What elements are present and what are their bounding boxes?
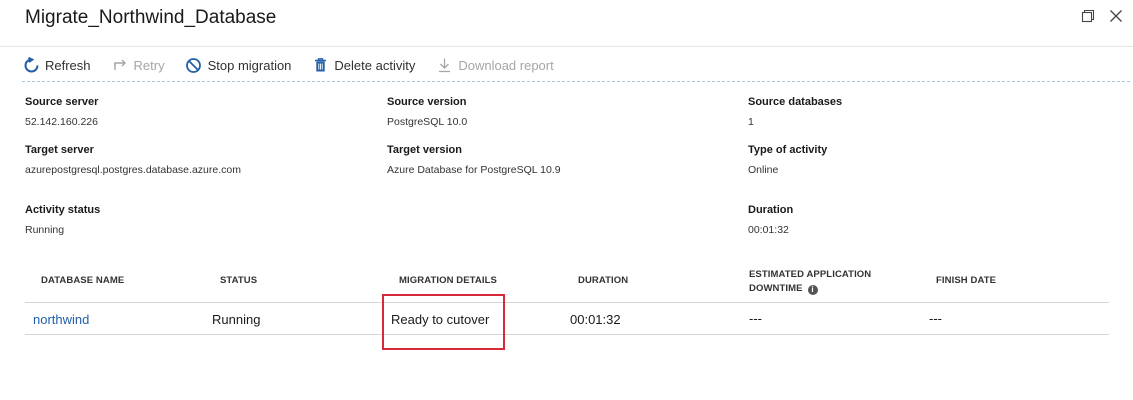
source-version-label: Source version [387,96,467,108]
title-divider [0,46,1133,47]
retry-icon [111,56,129,74]
table-row-divider [25,334,1109,335]
target-server-value: azurepostgresql.postgres.database.azure.… [25,164,241,176]
source-version-field: Source version PostgreSQL 10.0 [387,96,467,128]
target-server-field: Target server azurepostgresql.postgres.d… [25,144,241,176]
stop-migration-button[interactable]: Stop migration [185,52,292,78]
type-of-activity-label: Type of activity [748,144,828,156]
download-report-button[interactable]: Download report [435,52,554,78]
target-version-label: Target version [387,144,462,156]
maximize-icon[interactable] [1081,9,1099,27]
delete-activity-button[interactable]: Delete activity [311,52,415,78]
row-estimated-downtime: --- [749,311,762,326]
type-of-activity-value: Online [748,164,779,176]
activity-status-field: Activity status Running [25,204,100,236]
source-server-label: Source server [25,96,99,108]
refresh-icon [22,56,40,74]
database-name-link[interactable]: northwind [33,312,89,327]
activity-status-label: Activity status [25,204,101,216]
col-header-database-name[interactable]: DATABASE NAME [41,275,124,286]
col-header-estimated-downtime-line2: DOWNTIME [749,283,803,294]
col-header-estimated-downtime-line1: ESTIMATED APPLICATION [749,269,872,280]
col-header-duration[interactable]: DURATION [578,275,628,286]
col-header-status[interactable]: STATUS [220,275,257,286]
download-icon [435,56,453,74]
refresh-label: Refresh [45,57,91,73]
row-status: Running [212,312,261,327]
target-version-field: Target version Azure Database for Postgr… [387,144,561,176]
toolbar: Refresh Retry Stop migration Delete acti… [22,52,574,78]
target-server-label: Target server [25,144,94,156]
toolbar-divider [22,81,1130,82]
table-header-divider [25,302,1109,303]
row-duration: 00:01:32 [570,312,621,327]
retry-button[interactable]: Retry [111,52,165,78]
source-databases-field: Source databases 1 [748,96,842,128]
row-finish-date: --- [929,311,942,326]
type-of-activity-field: Type of activity Online [748,144,827,176]
col-header-migration-details[interactable]: MIGRATION DETAILS [399,275,497,286]
activity-status-value: Running [25,224,65,236]
stop-migration-label: Stop migration [207,57,292,73]
source-server-field: Source server 52.142.160.226 [25,96,98,128]
duration-label: Duration [748,204,794,216]
close-icon[interactable] [1109,9,1127,27]
page-title: Migrate_Northwind_Database [25,7,277,28]
duration-field: Duration 00:01:32 [748,204,793,236]
delete-activity-label: Delete activity [334,57,416,73]
source-server-value: 52.142.160.226 [25,116,98,128]
duration-value: 00:01:32 [748,224,789,236]
col-header-finish-date[interactable]: FINISH DATE [936,275,996,286]
source-version-value: PostgreSQL 10.0 [387,116,468,128]
refresh-button[interactable]: Refresh [22,52,91,78]
source-databases-label: Source databases [748,96,843,108]
source-databases-value: 1 [748,116,754,128]
download-report-label: Download report [458,57,554,73]
info-icon[interactable]: i [807,285,818,295]
highlight-annotation [382,294,505,350]
retry-label: Retry [133,57,165,73]
col-header-estimated-downtime[interactable]: ESTIMATED APPLICATION DOWNTIME i [749,268,871,296]
trash-icon [311,56,329,74]
target-version-value: Azure Database for PostgreSQL 10.9 [387,164,561,176]
stop-icon [185,56,203,74]
